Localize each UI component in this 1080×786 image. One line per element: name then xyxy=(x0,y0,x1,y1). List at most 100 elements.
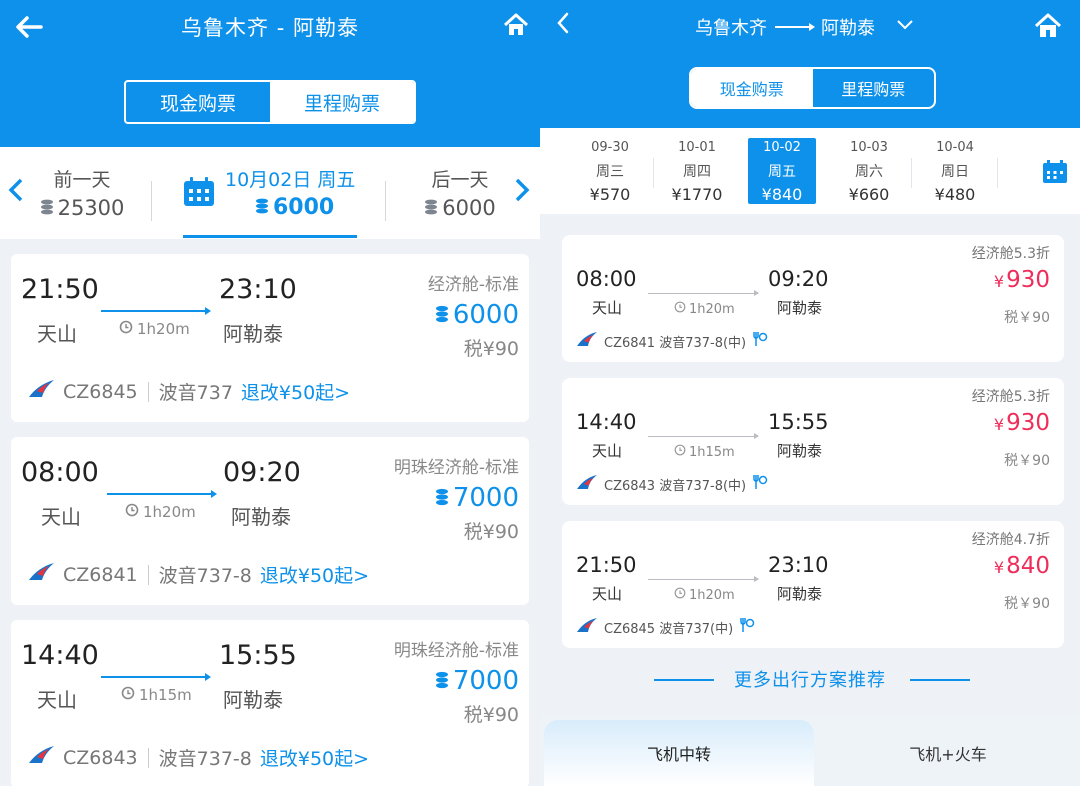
arrival-time: 23:10 xyxy=(219,274,297,305)
divider xyxy=(997,158,998,188)
flight-card[interactable]: 21:50 23:10 天山 1h20m 阿勒泰 经济舱-标准 6000 税¥9… xyxy=(11,254,529,422)
header-bar: 乌鲁木齐 阿勒泰 现金购票 里程购票 xyxy=(540,0,1080,128)
arrival-airport: 阿勒泰 xyxy=(777,585,823,603)
coin-icon xyxy=(424,196,438,220)
date-cell[interactable]: 09-30 周三 ¥570 xyxy=(575,140,645,204)
aircraft-type: 波音737-8 xyxy=(158,748,252,770)
tab-plane-train[interactable]: 飞机+火车 xyxy=(816,720,1080,786)
date-label: 09-30 xyxy=(591,140,629,155)
tax: 税¥90 xyxy=(463,521,519,543)
flight-card[interactable]: 14:40 15:55 天山 1h15m 阿勒泰 经济舱5.3折 ¥930 税￥… xyxy=(562,378,1064,505)
route-line xyxy=(101,307,211,315)
divider xyxy=(910,679,970,681)
discount-label: 经济舱5.3折 xyxy=(971,246,1050,262)
next-day-button[interactable]: 后一天 6000 xyxy=(410,165,510,220)
prev-day-button[interactable]: 前一天 25300 xyxy=(32,165,132,220)
price-amount: 930 xyxy=(1006,410,1050,436)
clock-icon xyxy=(674,301,686,317)
date-price: ¥480 xyxy=(934,185,976,204)
flight-card[interactable]: 08:00 09:20 天山 1h20m 阿勒泰 明珠经济舱-标准 7000 税… xyxy=(11,437,529,605)
route-line xyxy=(648,290,759,296)
date-cell[interactable]: 10-04 周日 ¥480 xyxy=(920,140,990,204)
meal-icon xyxy=(752,331,768,351)
refund-policy-link[interactable]: 退改¥50起> xyxy=(260,744,369,771)
header-bar: 乌鲁木齐 - 阿勒泰 现金购票 里程购票 xyxy=(0,0,540,147)
discount-label: 经济舱4.7折 xyxy=(971,532,1050,548)
flight-card[interactable]: 08:00 09:20 天山 1h20m 阿勒泰 经济舱5.3折 ¥930 税￥… xyxy=(562,235,1064,362)
next-day-points: 6000 xyxy=(442,196,496,220)
calendar-icon[interactable] xyxy=(1042,160,1068,188)
cabin-class: 明珠经济舱-标准 xyxy=(393,641,519,661)
miles-booking-screen: 乌鲁木齐 - 阿勒泰 现金购票 里程购票 前一天 25300 10月02日 周五… xyxy=(0,0,540,786)
tax: 税￥90 xyxy=(1004,310,1050,326)
flight-card[interactable]: 14:40 15:55 天山 1h15m 阿勒泰 明珠经济舱-标准 7000 税… xyxy=(11,620,529,786)
more-options-link[interactable]: 更多出行方案推荐 xyxy=(540,666,1080,694)
departure-airport: 天山 xyxy=(37,322,77,346)
back-chevron-icon[interactable] xyxy=(556,12,570,38)
booking-type-toggle: 现金购票 里程购票 xyxy=(124,80,416,124)
chevron-left-icon[interactable] xyxy=(6,177,26,207)
home-icon[interactable] xyxy=(1034,12,1062,44)
chevron-right-icon[interactable] xyxy=(512,177,532,207)
origin-city: 乌鲁木齐 xyxy=(695,18,767,39)
tax: 税¥90 xyxy=(463,704,519,726)
currency-symbol: ¥ xyxy=(993,272,1005,291)
date-strip: 09-30 周三 ¥570 10-01 周四 ¥1770 10-02 周五 ¥840 10-… xyxy=(540,128,1080,214)
duration: 1h15m xyxy=(689,444,735,460)
clock-icon xyxy=(674,444,686,460)
clock-icon xyxy=(125,503,139,521)
departure-time: 14:40 xyxy=(21,640,99,671)
tab-miles[interactable]: 里程购票 xyxy=(270,82,414,122)
flight-card[interactable]: 21:50 23:10 天山 1h20m 阿勒泰 经济舱4.7折 ¥840 税￥… xyxy=(562,521,1064,648)
aircraft-type: 波音737-8 xyxy=(158,565,252,587)
route-title[interactable]: 乌鲁木齐 阿勒泰 xyxy=(695,14,875,40)
divider xyxy=(147,381,149,402)
coin-icon xyxy=(435,666,449,696)
route-arrow-icon xyxy=(775,23,815,31)
arrival-airport: 阿勒泰 xyxy=(223,322,283,346)
departure-time: 14:40 xyxy=(576,410,637,434)
departure-time: 21:50 xyxy=(21,274,99,305)
home-icon[interactable] xyxy=(503,12,533,42)
tab-transfer[interactable]: 飞机中转 xyxy=(544,720,814,786)
coin-icon xyxy=(255,195,269,220)
arrival-time: 15:55 xyxy=(219,640,297,671)
refund-policy-link[interactable]: 退改¥50起> xyxy=(241,378,350,405)
departure-airport: 天山 xyxy=(592,299,623,317)
date-cell[interactable]: 10-01 周四 ¥1770 xyxy=(662,140,732,204)
departure-airport: 天山 xyxy=(37,688,77,712)
duration: 1h20m xyxy=(689,301,735,317)
date-label: 10-04 xyxy=(936,140,974,155)
chevron-down-icon[interactable] xyxy=(896,16,914,35)
refund-policy-link[interactable]: 退改¥50起> xyxy=(260,561,369,588)
cabin-class: 经济舱-标准 xyxy=(427,275,519,295)
divider xyxy=(147,564,149,585)
weekday-label: 周三 xyxy=(596,164,624,180)
duration: 1h20m xyxy=(137,320,190,338)
divider xyxy=(151,181,152,221)
date-selector: 前一天 25300 10月02日 周五 6000 后一天 6000 xyxy=(0,147,540,239)
next-day-label: 后一天 xyxy=(431,169,489,191)
price: ¥930 xyxy=(994,267,1050,293)
duration: 1h15m xyxy=(139,686,192,704)
date-price: ¥660 xyxy=(848,185,890,204)
arrival-time: 15:55 xyxy=(768,410,829,434)
route-line xyxy=(107,490,217,498)
date-cell-selected[interactable]: 10-02 周五 ¥840 xyxy=(748,138,816,204)
arrival-airport: 阿勒泰 xyxy=(777,442,823,460)
current-day[interactable]: 10月02日 周五 6000 xyxy=(183,163,357,238)
flight-number: CZ6841 xyxy=(63,563,138,586)
more-options-label: 更多出行方案推荐 xyxy=(734,670,886,691)
airline-logo-icon xyxy=(576,617,598,637)
date-cell[interactable]: 10-03 周六 ¥660 xyxy=(834,140,904,204)
tab-miles[interactable]: 里程购票 xyxy=(813,69,935,107)
miles-points: 7000 xyxy=(452,483,519,513)
tab-cash[interactable]: 现金购票 xyxy=(126,82,270,122)
date-label: 10-01 xyxy=(678,140,716,155)
tab-cash[interactable]: 现金购票 xyxy=(691,69,813,107)
bottom-tabs: 飞机中转 飞机+火车 xyxy=(540,716,1080,786)
arrival-airport: 阿勒泰 xyxy=(223,688,283,712)
duration: 1h20m xyxy=(689,587,735,603)
calendar-icon[interactable] xyxy=(183,177,215,211)
departure-airport: 天山 xyxy=(41,505,81,529)
